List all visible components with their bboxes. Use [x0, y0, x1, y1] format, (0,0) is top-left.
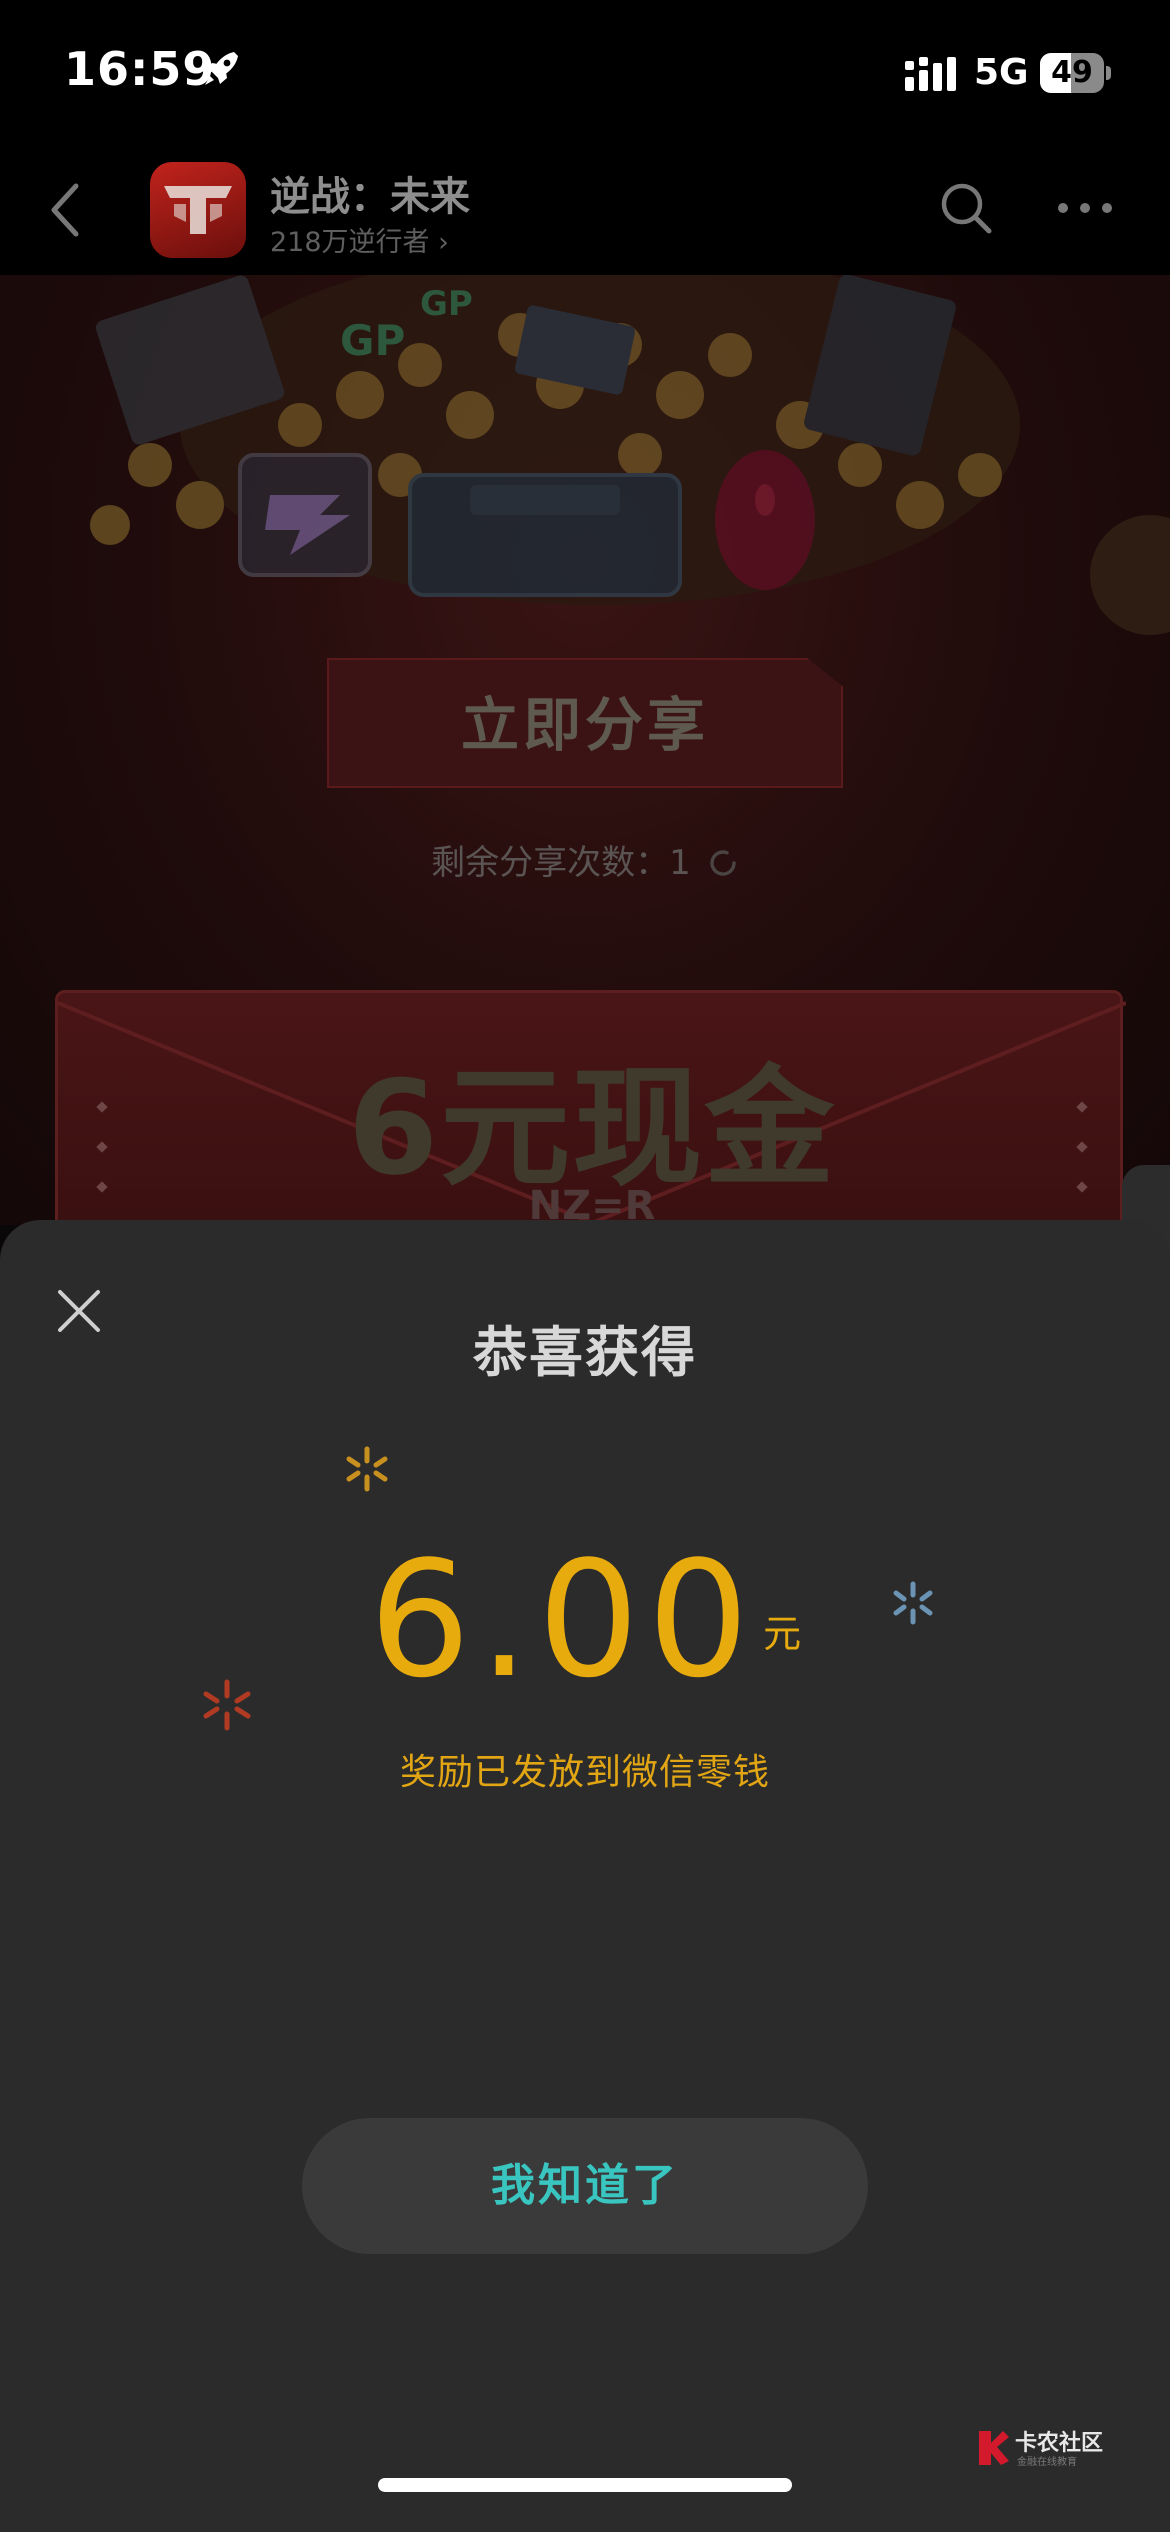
network-label: 5G: [974, 52, 1029, 93]
app-logo[interactable]: [150, 162, 246, 258]
app-title[interactable]: 逆战：未来: [270, 164, 470, 222]
watermark-sub: 金融在线教育: [1017, 2457, 1077, 2468]
envelope-brand: NZ=R: [528, 1183, 656, 1225]
app-followers[interactable]: 218万逆行者 ›: [270, 220, 449, 259]
screen: 16:59 5G 49 逆战：未来 218万逆行者 › GP GP 立即分享 剩…: [0, 0, 1170, 2532]
rocket-icon: [205, 52, 238, 85]
reward-modal: 恭喜获得 6.00 元 奖励已发放到微信零钱 我知道了 卡农社区 金融在线教育: [0, 1220, 1170, 2532]
share-count: 剩余分享次数：1: [0, 835, 1170, 884]
status-time: 16:59: [64, 42, 216, 96]
got-it-button[interactable]: 我知道了: [302, 2118, 868, 2254]
signal-icon: [905, 57, 956, 91]
event-page: GP GP 立即分享 剩余分享次数：1 6元现金 NZ=R: [0, 275, 1170, 1225]
more-icon[interactable]: [1056, 198, 1114, 218]
cash-envelope[interactable]: 6元现金 NZ=R: [55, 990, 1126, 1225]
amount-value: 6.00: [368, 1526, 758, 1713]
nav-header: 逆战：未来 218万逆行者 ›: [0, 150, 1170, 275]
gold-sparkle-icon: [346, 1446, 388, 1492]
modal-title: 恭喜获得: [473, 1321, 697, 1384]
battery-icon: 49: [1040, 53, 1112, 93]
battery-level: 49: [1051, 55, 1093, 90]
back-icon[interactable]: [46, 180, 84, 240]
watermark: 卡农社区 金融在线教育: [975, 2425, 1125, 2475]
share-count-label: 剩余分享次数：: [431, 843, 670, 883]
logo-emblem-icon: [164, 186, 232, 234]
search-icon[interactable]: [938, 180, 994, 236]
status-bar: 16:59 5G 49: [0, 0, 1170, 150]
share-now-button[interactable]: 立即分享: [327, 658, 843, 788]
reward-note: 奖励已发放到微信零钱: [399, 1752, 770, 1793]
refresh-icon[interactable]: [707, 847, 739, 879]
svg-text:GP: GP: [340, 316, 405, 365]
share-count-value: 1: [669, 843, 691, 883]
watermark-logo-icon: [979, 2431, 1009, 2465]
home-indicator[interactable]: [378, 2478, 792, 2492]
amount-unit: 元: [763, 1612, 802, 1656]
svg-text:GP: GP: [420, 284, 473, 324]
reward-amount: 6.00 元: [0, 1525, 1170, 1715]
loot-banner-image: GP GP: [90, 275, 1170, 635]
